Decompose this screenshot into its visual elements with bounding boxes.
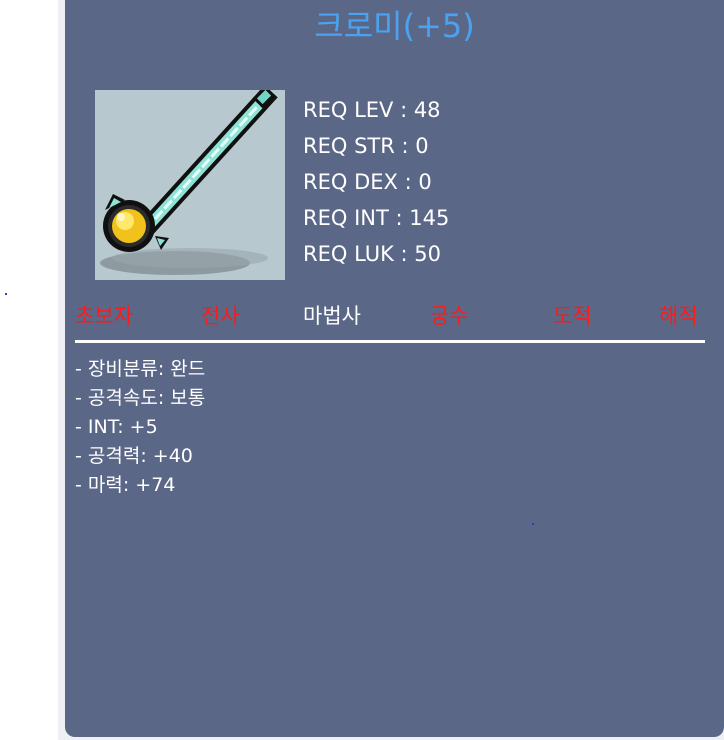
req-luk: REQ LUK : 50 (303, 242, 442, 266)
stat-attack-speed: - 공격속도: 보통 (75, 387, 206, 409)
class-pirate: 해적 (659, 304, 698, 328)
stat-int: - INT: +5 (75, 416, 158, 438)
req-str: REQ STR : 0 (303, 134, 429, 158)
stat-magic-attack: - 마력: +74 (75, 474, 176, 496)
item-name: 크로미(+5) (314, 7, 475, 45)
item-tooltip: 크로미(+5) REQ LEV : 48 REQ STR: 0 REQ DEX… (65, 0, 724, 737)
requirements-list: REQ LEV : 48 REQ STR : 0 REQ DEX : 0 REQ… (303, 92, 449, 272)
class-beginner: 초보자 (75, 304, 133, 328)
class-restrictions: 초보자 전사 마법사 궁수 도적 해적 (75, 298, 705, 334)
req-dex: REQ DEX : 0 (303, 170, 432, 194)
wand-icon-graphic (100, 85, 278, 275)
item-stats: - 장비분류: 완드 - 공격속도: 보통 - INT: +5 - 공격력: +… (75, 355, 205, 500)
wand-icon (95, 85, 285, 280)
req-int: REQ INT : 145 (303, 206, 450, 230)
divider (75, 340, 705, 343)
class-magician: 마법사 (303, 304, 361, 328)
stat-equip-type: - 장비분류: 완드 (75, 358, 206, 380)
class-thief: 도적 (553, 304, 592, 328)
class-warrior: 전사 (201, 304, 240, 328)
stray-dot-right (532, 523, 534, 525)
stat-attack: - 공격력: +40 (75, 445, 193, 467)
req-level: REQ LEV : 48 (303, 98, 441, 122)
stray-dot-left (5, 293, 7, 295)
class-bowman: 궁수 (430, 304, 469, 328)
